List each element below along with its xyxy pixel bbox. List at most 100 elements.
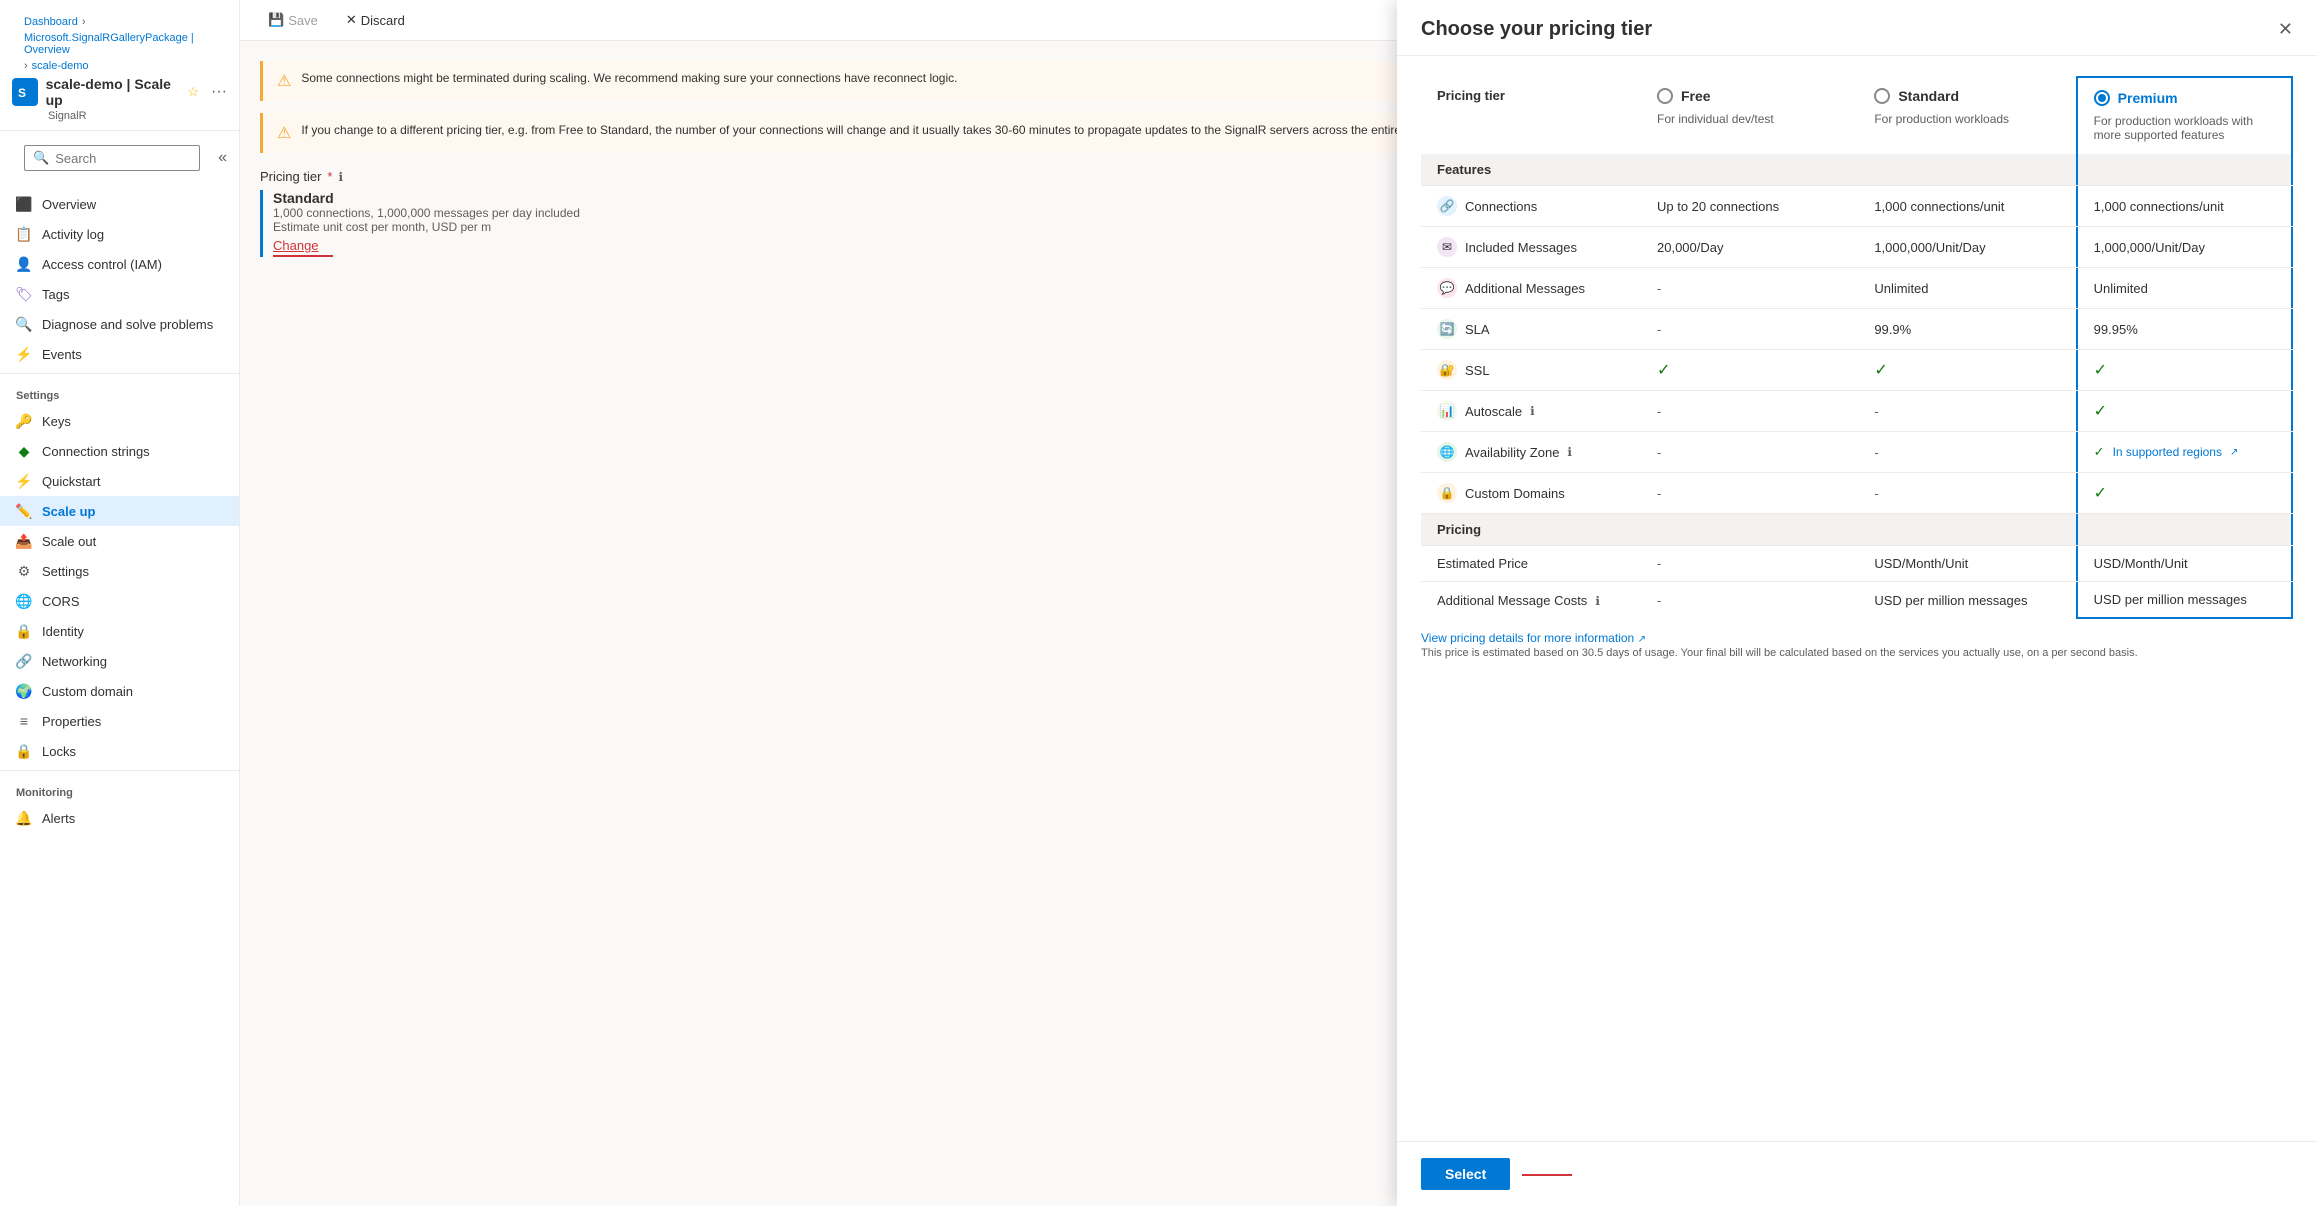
sidebar-item-alerts[interactable]: 🔔 Alerts bbox=[0, 803, 239, 833]
features-premium-col bbox=[2076, 154, 2293, 185]
sidebar-item-custom-domain[interactable]: 🌍 Custom domain bbox=[0, 676, 239, 706]
sidebar-item-label: Scale out bbox=[42, 534, 96, 549]
sidebar-item-label: Scale up bbox=[42, 504, 95, 519]
save-button[interactable]: 💾 Save bbox=[260, 8, 326, 32]
pricing-free-additional: - bbox=[1641, 582, 1858, 619]
feature-row-connections: 🔗 Connections Up to 20 connections 1,000… bbox=[1421, 185, 2293, 226]
sidebar-item-connection-strings[interactable]: ◆ Connection strings bbox=[0, 436, 239, 466]
discard-button[interactable]: ✕ Discard bbox=[338, 8, 413, 32]
autoscale-info-icon[interactable]: ℹ bbox=[1530, 404, 1535, 418]
search-input[interactable] bbox=[55, 151, 191, 166]
feature-standard-additional: Unlimited bbox=[1858, 268, 2075, 308]
feature-premium-connections: 1,000 connections/unit bbox=[2076, 186, 2293, 226]
sidebar: Dashboard › Microsoft.SignalRGalleryPack… bbox=[0, 0, 240, 1206]
standard-tier-name: Standard bbox=[1898, 88, 1959, 104]
required-star: * bbox=[327, 169, 332, 184]
feature-name-ssl: 🔐 SSL bbox=[1421, 350, 1641, 390]
sidebar-item-locks[interactable]: 🔒 Locks bbox=[0, 736, 239, 766]
search-box[interactable]: 🔍 bbox=[24, 145, 200, 171]
feature-name-sla: 🔄 SLA bbox=[1421, 309, 1641, 349]
avail-external-link[interactable]: In supported regions bbox=[2113, 445, 2222, 459]
sidebar-item-identity[interactable]: 🔒 Identity bbox=[0, 616, 239, 646]
app-subtitle: SignalR bbox=[48, 110, 227, 122]
favorite-icon[interactable]: ☆ bbox=[187, 84, 199, 100]
sidebar-item-activity-log[interactable]: 📋 Activity log bbox=[0, 219, 239, 249]
premium-radio[interactable] bbox=[2094, 90, 2110, 106]
domains-icon: 🔒 bbox=[1437, 483, 1457, 503]
pricing-info-icon[interactable]: ℹ bbox=[338, 170, 343, 184]
sidebar-item-scale-up[interactable]: ✏️ Scale up bbox=[0, 496, 239, 526]
app-title: scale-demo | Scale up bbox=[46, 76, 180, 108]
sidebar-item-quickstart[interactable]: ⚡ Quickstart bbox=[0, 466, 239, 496]
sidebar-item-label: Identity bbox=[42, 624, 84, 639]
feature-row-additional: 💬 Additional Messages - Unlimited Unlimi… bbox=[1421, 267, 2293, 308]
sidebar-item-overview[interactable]: ⬛ Overview bbox=[0, 189, 239, 219]
pricing-premium-additional: USD per million messages bbox=[2076, 582, 2293, 619]
pricing-details-link[interactable]: View pricing details for more informatio… bbox=[1421, 631, 1634, 645]
feature-free-additional: - bbox=[1641, 268, 1858, 308]
additional-costs-info-icon[interactable]: ℹ bbox=[1595, 594, 1600, 608]
panel-close-button[interactable]: ✕ bbox=[2278, 19, 2293, 40]
pricing-sub-note: This price is estimated based on 30.5 da… bbox=[1421, 647, 2293, 659]
sidebar-item-label: Access control (IAM) bbox=[42, 257, 162, 272]
feature-row-avail: 🌐 Availability Zone ℹ - - ✓ In supported… bbox=[1421, 431, 2293, 472]
avail-icon: 🌐 bbox=[1437, 442, 1457, 462]
feature-free-connections: Up to 20 connections bbox=[1641, 186, 1858, 226]
change-link[interactable]: Change bbox=[273, 238, 319, 253]
pricing-free-estimated: - bbox=[1641, 546, 1858, 581]
feature-premium-additional: Unlimited bbox=[2076, 268, 2293, 308]
features-label: Features bbox=[1421, 154, 1641, 185]
free-radio[interactable] bbox=[1657, 88, 1673, 104]
sidebar-item-keys[interactable]: 🔑 Keys bbox=[0, 406, 239, 436]
feature-name-domains: 🔒 Custom Domains bbox=[1421, 473, 1641, 513]
pricing-standard-estimated: USD/Month/Unit bbox=[1858, 546, 2075, 581]
premium-tier-desc: For production workloads with more suppo… bbox=[2094, 114, 2275, 142]
avail-info-icon[interactable]: ℹ bbox=[1567, 445, 1572, 459]
sidebar-item-scale-out[interactable]: 📤 Scale out bbox=[0, 526, 239, 556]
connection-strings-icon: ◆ bbox=[16, 443, 32, 459]
breadcrumb-package[interactable]: Microsoft.SignalRGalleryPackage | Overvi… bbox=[24, 32, 215, 56]
breadcrumb-dashboard[interactable]: Dashboard bbox=[24, 16, 78, 28]
sidebar-item-settings[interactable]: ⚙ Settings bbox=[0, 556, 239, 586]
breadcrumb-demo[interactable]: scale-demo bbox=[32, 60, 89, 72]
sidebar-item-cors[interactable]: 🌐 CORS bbox=[0, 586, 239, 616]
sidebar-item-properties[interactable]: ≡ Properties bbox=[0, 706, 239, 736]
pricing-section-row: Pricing bbox=[1421, 513, 2293, 545]
feature-premium-sla: 99.95% bbox=[2076, 309, 2293, 349]
feature-row-autoscale: 📊 Autoscale ℹ - - ✓ bbox=[1421, 390, 2293, 431]
more-icon[interactable]: ··· bbox=[211, 83, 227, 101]
sidebar-collapse-button[interactable]: « bbox=[218, 149, 227, 167]
save-icon: 💾 bbox=[268, 12, 284, 28]
feature-name-avail: 🌐 Availability Zone ℹ bbox=[1421, 432, 1641, 472]
tier-free-header[interactable]: Free For individual dev/test bbox=[1641, 76, 1858, 154]
standard-radio[interactable] bbox=[1874, 88, 1890, 104]
cors-icon: 🌐 bbox=[16, 593, 32, 609]
sidebar-item-label: Quickstart bbox=[42, 474, 101, 489]
sidebar-item-events[interactable]: ⚡ Events bbox=[0, 339, 239, 369]
tier-standard-header[interactable]: Standard For production workloads bbox=[1858, 76, 2075, 154]
feature-row-messages: ✉ Included Messages 20,000/Day 1,000,000… bbox=[1421, 226, 2293, 267]
feature-standard-connections: 1,000 connections/unit bbox=[1858, 186, 2075, 226]
select-button[interactable]: Select bbox=[1421, 1158, 1510, 1190]
feature-standard-messages: 1,000,000/Unit/Day bbox=[1858, 227, 2075, 267]
sidebar-item-tags[interactable]: 🏷 Tags bbox=[0, 279, 239, 309]
tier-premium-header[interactable]: Premium For production workloads with mo… bbox=[2076, 76, 2293, 154]
properties-icon: ≡ bbox=[16, 713, 32, 729]
sidebar-item-label: Keys bbox=[42, 414, 71, 429]
monitoring-section-label: Monitoring bbox=[0, 775, 239, 803]
sla-icon: 🔄 bbox=[1437, 319, 1457, 339]
iam-icon: 👤 bbox=[16, 256, 32, 272]
pricing-premium-estimated: USD/Month/Unit bbox=[2076, 546, 2293, 581]
sidebar-item-label: Alerts bbox=[42, 811, 75, 826]
sidebar-header: Dashboard › Microsoft.SignalRGalleryPack… bbox=[0, 0, 239, 131]
settings-section-label: Settings bbox=[0, 378, 239, 406]
panel-header: Choose your pricing tier ✕ bbox=[1397, 0, 2317, 56]
sidebar-item-diagnose[interactable]: 🔍 Diagnose and solve problems bbox=[0, 309, 239, 339]
feature-premium-messages: 1,000,000/Unit/Day bbox=[2076, 227, 2293, 267]
sidebar-item-networking[interactable]: 🔗 Networking bbox=[0, 646, 239, 676]
panel-title: Choose your pricing tier bbox=[1421, 18, 1652, 41]
sidebar-item-iam[interactable]: 👤 Access control (IAM) bbox=[0, 249, 239, 279]
locks-icon: 🔒 bbox=[16, 743, 32, 759]
ssl-icon: 🔐 bbox=[1437, 360, 1457, 380]
settings-icon: ⚙ bbox=[16, 563, 32, 579]
